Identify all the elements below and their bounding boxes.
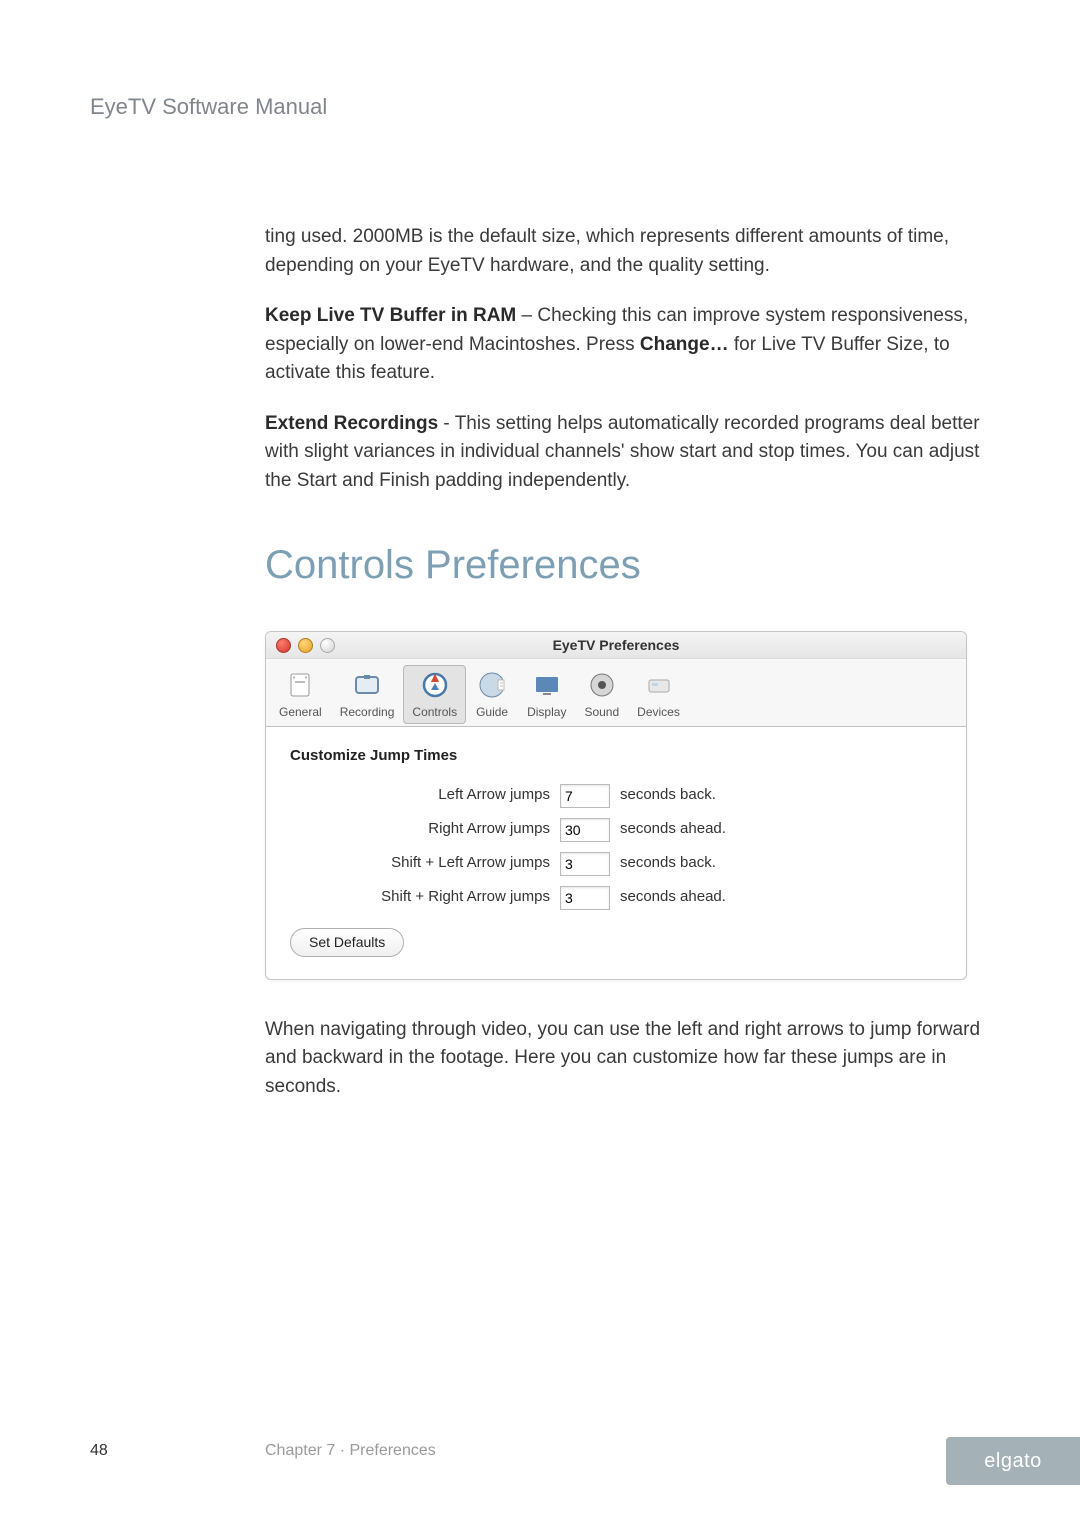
page-header: EyeTV Software Manual	[90, 90, 990, 123]
set-defaults-button[interactable]: Set Defaults	[290, 928, 404, 957]
tab-general[interactable]: General	[270, 665, 331, 724]
display-icon	[530, 668, 564, 702]
jump-row-right-arrow: Right Arrow jumps seconds ahead.	[290, 818, 942, 842]
jump-row-shift-left-arrow: Shift + Left Arrow jumps seconds back.	[290, 852, 942, 876]
paragraph: When navigating through video, you can u…	[265, 1016, 985, 1102]
general-icon	[283, 668, 317, 702]
guide-icon	[475, 668, 509, 702]
jump-row-shift-right-arrow: Shift + Right Arrow jumps seconds ahead.	[290, 886, 942, 910]
preferences-window: EyeTV Preferences General Recording	[265, 631, 967, 980]
right-arrow-input[interactable]	[560, 818, 610, 842]
window-title: EyeTV Preferences	[266, 635, 966, 656]
tab-recording[interactable]: Recording	[331, 665, 404, 724]
tab-label: Guide	[476, 703, 508, 721]
row-label: Shift + Right Arrow jumps	[290, 886, 560, 909]
paragraph: ting used. 2000MB is the default size, w…	[265, 223, 985, 280]
pane-heading: Customize Jump Times	[290, 745, 942, 768]
preferences-toolbar: General Recording Controls	[266, 659, 966, 727]
tab-label: Controls	[412, 703, 457, 721]
brand-tab: elgato	[946, 1437, 1080, 1485]
tab-devices[interactable]: Devices	[628, 665, 689, 724]
paragraph: Extend Recordings - This setting helps a…	[265, 410, 985, 496]
page-number: 48	[90, 1439, 265, 1463]
tab-label: Display	[527, 703, 566, 721]
left-arrow-input[interactable]	[560, 784, 610, 808]
section-title: Controls Preferences	[265, 535, 985, 595]
recording-icon	[350, 668, 384, 702]
window-titlebar: EyeTV Preferences	[266, 632, 966, 659]
tab-controls[interactable]: Controls	[403, 665, 466, 724]
jump-row-left-arrow: Left Arrow jumps seconds back.	[290, 784, 942, 808]
preferences-pane: Customize Jump Times Left Arrow jumps se…	[266, 727, 966, 979]
bold-term: Extend Recordings	[265, 413, 438, 434]
tab-label: Recording	[340, 703, 395, 721]
tab-label: Sound	[584, 703, 619, 721]
tab-label: General	[279, 703, 322, 721]
sound-icon	[585, 668, 619, 702]
paragraph: Keep Live TV Buffer in RAM – Checking th…	[265, 302, 985, 388]
tab-guide[interactable]: Guide	[466, 665, 518, 724]
chapter-label: Chapter 7 · Preferences	[265, 1439, 436, 1463]
shift-right-arrow-input[interactable]	[560, 886, 610, 910]
tab-display[interactable]: Display	[518, 665, 575, 724]
row-label: Shift + Left Arrow jumps	[290, 852, 560, 875]
bold-term: Keep Live TV Buffer in RAM	[265, 305, 516, 326]
controls-icon	[418, 668, 452, 702]
tab-label: Devices	[637, 703, 680, 721]
devices-icon	[642, 668, 676, 702]
bold-term: Change…	[640, 334, 729, 355]
row-suffix: seconds back.	[610, 784, 716, 807]
page-footer: 48 Chapter 7 · Preferences	[90, 1439, 990, 1463]
tab-sound[interactable]: Sound	[575, 665, 628, 724]
row-suffix: seconds back.	[610, 852, 716, 875]
row-label: Right Arrow jumps	[290, 818, 560, 841]
row-suffix: seconds ahead.	[610, 886, 726, 909]
row-suffix: seconds ahead.	[610, 818, 726, 841]
shift-left-arrow-input[interactable]	[560, 852, 610, 876]
row-label: Left Arrow jumps	[290, 784, 560, 807]
